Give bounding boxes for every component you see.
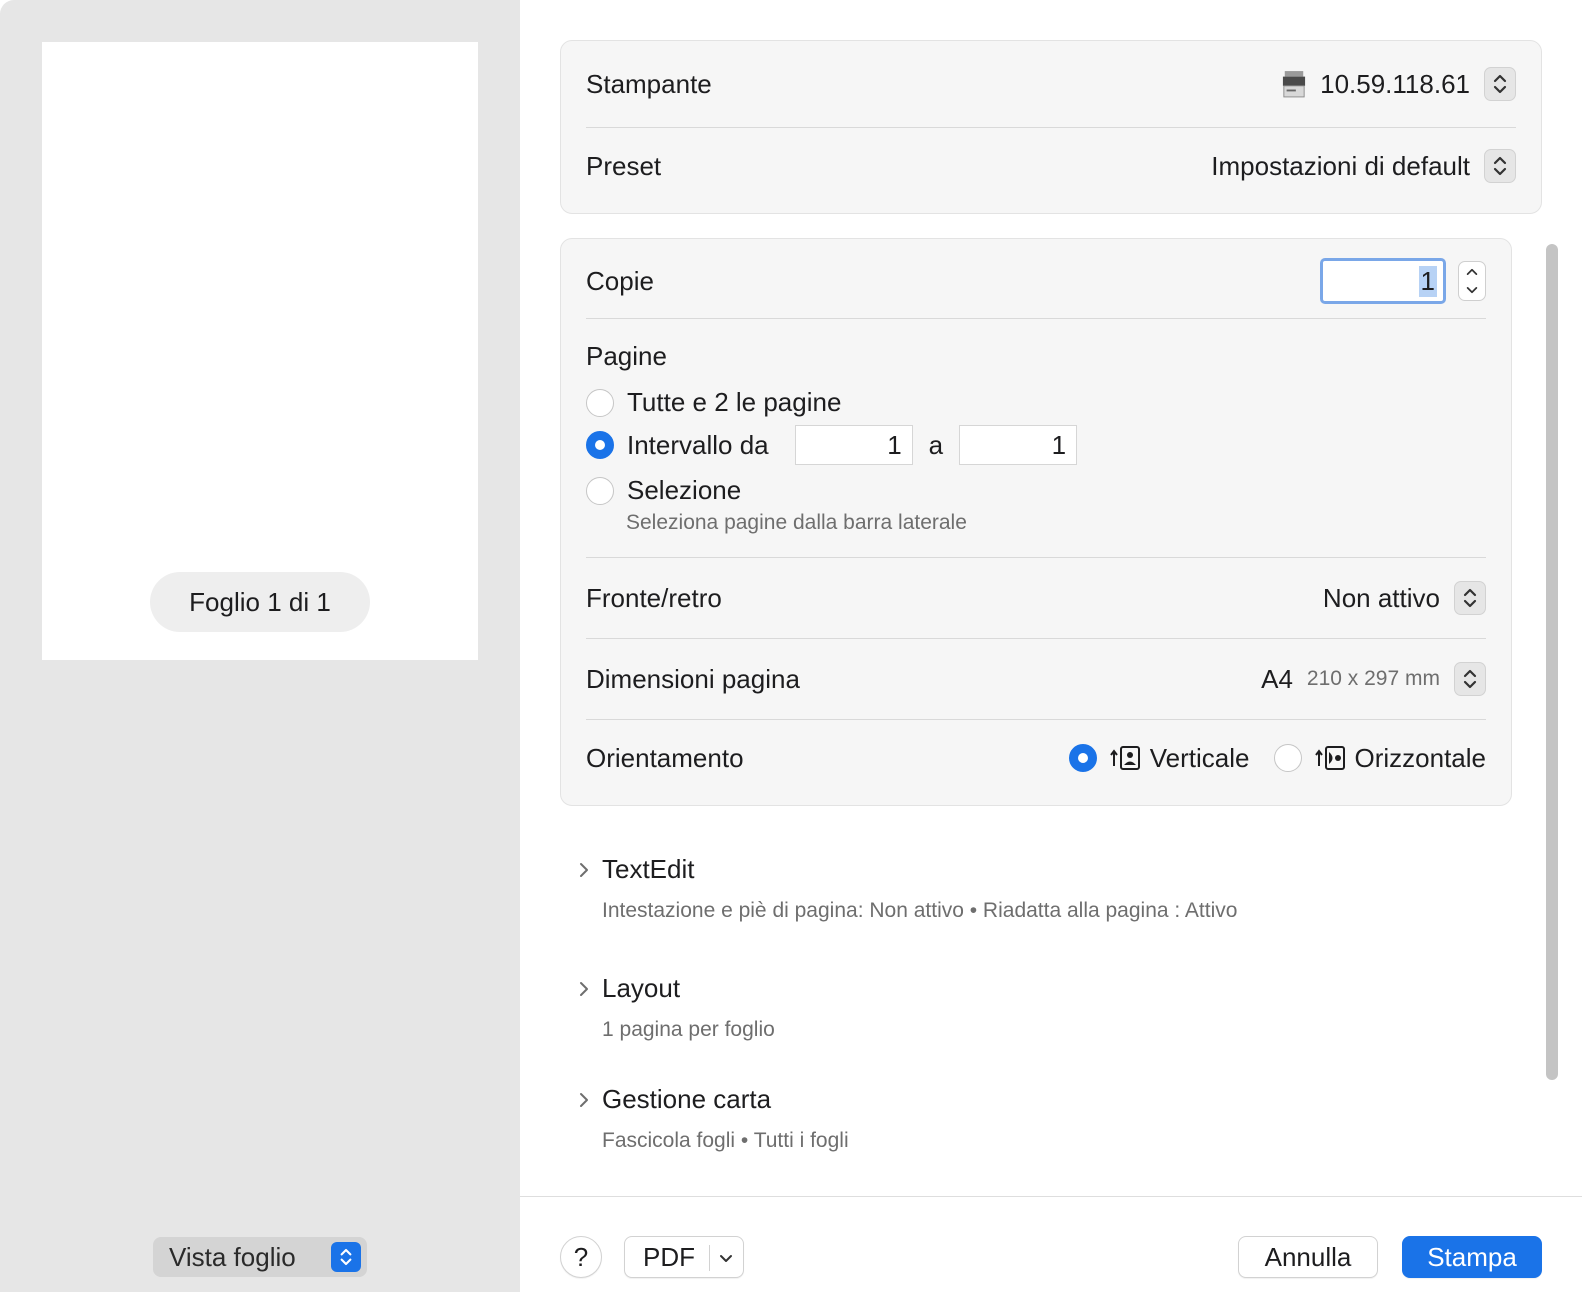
cancel-button[interactable]: Annulla	[1238, 1236, 1378, 1278]
paper-size-row: Dimensioni pagina A4 210 x 297 mm	[586, 662, 1486, 696]
pages-range-radio[interactable]	[586, 431, 614, 459]
printer-updown-icon[interactable]	[1484, 67, 1516, 101]
copies-stepper[interactable]	[1458, 261, 1486, 301]
landscape-radio[interactable]	[1273, 744, 1302, 772]
chevron-up-icon	[1466, 268, 1478, 275]
orientation-landscape-option[interactable]: Orizzontale	[1273, 742, 1487, 774]
scrollbar[interactable]	[1538, 238, 1560, 1190]
pages-range-label: Intervallo da	[627, 429, 769, 460]
portrait-label: Verticale	[1149, 742, 1250, 773]
portrait-icon	[1109, 746, 1140, 770]
section-layout[interactable]: Layout 1 pagina per foglio	[574, 973, 775, 1042]
section-textedit[interactable]: TextEdit Intestazione e piè di pagina: N…	[574, 854, 1237, 923]
divider	[586, 719, 1486, 720]
printer-icon	[1282, 70, 1306, 98]
pages-selection-option[interactable]: Selezione	[586, 475, 741, 506]
pages-range-option[interactable]: Intervallo da 1 a 1	[586, 425, 1078, 465]
chevron-right-icon[interactable]	[574, 1090, 594, 1110]
section-title: Layout	[602, 973, 681, 1003]
range-to-label: a	[928, 429, 944, 460]
orientation-row: Orientamento Verticale Orizzontale	[586, 741, 1486, 775]
pdf-label: PDF	[643, 1241, 695, 1272]
view-mode-label: Vista foglio	[169, 1241, 296, 1272]
section-paper-handling[interactable]: Gestione carta Fascicola fogli • Tutti i…	[574, 1084, 849, 1153]
section-title: Gestione carta	[602, 1084, 772, 1114]
divider	[586, 318, 1486, 319]
scrollbar-thumb[interactable]	[1546, 244, 1558, 1080]
selection-hint: Seleziona pagine dalla barra laterale	[626, 511, 967, 534]
sheet-indicator: Foglio 1 di 1	[150, 572, 370, 632]
pages-title: Pagine	[586, 341, 667, 371]
copies-input[interactable]: 1	[1320, 258, 1446, 304]
pages-all-radio[interactable]	[586, 388, 614, 417]
chevron-right-icon[interactable]	[574, 860, 594, 880]
section-summary: Fascicola fogli • Tutti i fogli	[602, 1129, 849, 1152]
orientation-portrait-option[interactable]: Verticale	[1068, 742, 1250, 774]
separator	[709, 1245, 710, 1271]
view-mode-select[interactable]: Vista foglio	[153, 1237, 367, 1277]
range-from-input[interactable]: 1	[794, 425, 913, 465]
preset-label: Preset	[586, 150, 662, 181]
preview-pane: Foglio 1 di 1 Vista foglio	[0, 0, 520, 1292]
section-summary: 1 pagina per foglio	[602, 1018, 775, 1041]
updown-chevron-icon	[331, 1242, 361, 1272]
duplex-label: Fronte/retro	[586, 582, 722, 613]
range-to-input[interactable]: 1	[959, 425, 1078, 465]
section-summary: Intestazione e piè di pagina: Non attivo…	[602, 899, 1238, 922]
print-button[interactable]: Stampa	[1402, 1236, 1542, 1278]
pdf-menu-button[interactable]: PDF	[624, 1236, 744, 1278]
duplex-updown-icon[interactable]	[1454, 581, 1486, 615]
section-title: TextEdit	[602, 854, 695, 884]
copies-label: Copie	[586, 265, 654, 296]
chevron-right-icon[interactable]	[574, 979, 594, 999]
landscape-icon	[1314, 746, 1345, 770]
printer-label: Stampante	[586, 68, 712, 99]
preset-row: Preset Impostazioni di default	[586, 149, 1516, 183]
pages-all-option[interactable]: Tutte e 2 le pagine	[586, 387, 841, 418]
printer-value[interactable]: 10.59.118.61	[1320, 69, 1470, 100]
paper-size-dims: 210 x 297 mm	[1306, 667, 1440, 690]
pages-selection-radio[interactable]	[586, 476, 614, 505]
preset-value[interactable]: Impostazioni di default	[1211, 151, 1470, 182]
pages-selection-label: Selezione	[627, 475, 742, 505]
printer-row: Stampante 10.59.118.61	[586, 67, 1516, 101]
divider	[586, 127, 1516, 128]
paper-size-label: Dimensioni pagina	[586, 663, 800, 694]
duplex-value[interactable]: Non attivo	[1323, 583, 1440, 614]
preset-updown-icon[interactable]	[1484, 149, 1516, 183]
paper-size-value[interactable]: A4	[1261, 664, 1293, 695]
duplex-row: Fronte/retro Non attivo	[586, 581, 1486, 615]
orientation-label: Orientamento	[586, 742, 744, 773]
copies-row: Copie 1	[586, 257, 1486, 305]
settings-pane: Stampante 10.59.118.61 Preset Impostazio…	[520, 0, 1582, 1292]
chevron-down-icon[interactable]	[717, 1249, 735, 1267]
divider	[586, 638, 1486, 639]
portrait-radio[interactable]	[1068, 744, 1097, 772]
landscape-label: Orizzontale	[1354, 742, 1487, 773]
print-options-panel: Copie 1 Pagine Tutte e 2 le pagine Inter…	[560, 238, 1512, 806]
help-button[interactable]: ?	[560, 1236, 602, 1278]
printer-preset-panel: Stampante 10.59.118.61 Preset Impostazio…	[560, 40, 1542, 214]
chevron-down-icon	[1466, 287, 1478, 294]
divider	[586, 557, 1486, 558]
footer-divider	[520, 1196, 1582, 1197]
page-preview: Foglio 1 di 1	[42, 42, 478, 660]
copies-value: 1	[1418, 265, 1437, 297]
paper-size-updown-icon[interactable]	[1454, 662, 1486, 696]
pages-all-label: Tutte e 2 le pagine	[627, 387, 842, 417]
